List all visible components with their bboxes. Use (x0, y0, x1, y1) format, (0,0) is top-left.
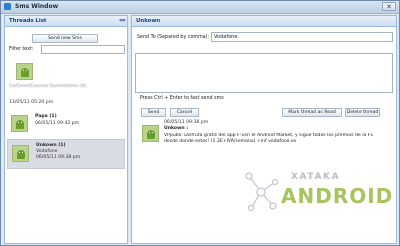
thread-item-selected[interactable]: Unkown (1) Vodafone 06/05/11 09:38 pm (7, 139, 125, 169)
thread-item[interactable]: Ce/Cmm/Cunnna Gumm/ntinn (4) 13/05/11 05… (7, 61, 125, 109)
filter-input[interactable] (41, 45, 125, 54)
delete-thread-button[interactable]: Delete thread (345, 108, 380, 117)
filter-label: Filter text: (9, 47, 34, 52)
watermark-top-text: XATAKA (291, 172, 341, 182)
conversation-panel-header: Unkown « (122, 16, 396, 27)
android-avatar-icon (11, 115, 28, 132)
android-avatar-icon (16, 63, 33, 80)
send-hint: Press Ctrl + Enter to fast send sms (140, 96, 224, 101)
message-line-2: desde donde estes! (1.3E+IVA/semana) +in… (164, 139, 297, 144)
conversation-title: Unkown (136, 18, 161, 24)
sms-window: Sms Window ✕ Threads List « Send new Sms… (0, 0, 400, 246)
send-to-label: Send To (Separed by comma): (137, 35, 210, 40)
thread-name: Ce/Cmm/Cunnna Gumm/ntinn (4) (9, 84, 87, 89)
watermark-network-icon (245, 172, 279, 212)
android-avatar-icon (142, 125, 159, 142)
thread-date: 06/05/11 09:38 pm (36, 155, 81, 160)
threads-panel-header: Threads List « (5, 16, 127, 27)
send-button[interactable]: Send (141, 108, 166, 117)
thread-name: Papa (1) (35, 114, 57, 119)
cancel-button[interactable]: Cancel (170, 108, 199, 117)
thread-date: 06/05/11 09:42 pm (35, 121, 80, 126)
send-to-input[interactable]: Vodafone. (211, 32, 393, 42)
title-bar: Sms Window ✕ (1, 1, 399, 14)
xataka-android-watermark: XATAKA ANDROID (237, 166, 392, 226)
message-textarea[interactable] (135, 53, 393, 93)
mark-read-button[interactable]: Mark thread as Read (282, 108, 342, 117)
thread-item[interactable]: Papa (1) 06/05/11 09:42 pm (7, 112, 125, 136)
app-icon (4, 3, 11, 10)
message-sender: Unkown : (164, 126, 189, 131)
android-avatar-icon (12, 145, 29, 162)
thread-date: 13/05/11 05:20 pm (9, 100, 54, 105)
threads-panel-title: Threads List (9, 18, 47, 24)
window-title: Sms Window (15, 3, 59, 10)
watermark-bottom-text: ANDROID (281, 184, 394, 208)
send-new-sms-button[interactable]: Send new Sms (32, 34, 98, 43)
threads-panel: Threads List « Send new Sms Filter text:… (4, 15, 128, 244)
collapse-divider-icon[interactable]: « (120, 17, 128, 25)
close-icon[interactable]: ✕ (382, 2, 396, 11)
